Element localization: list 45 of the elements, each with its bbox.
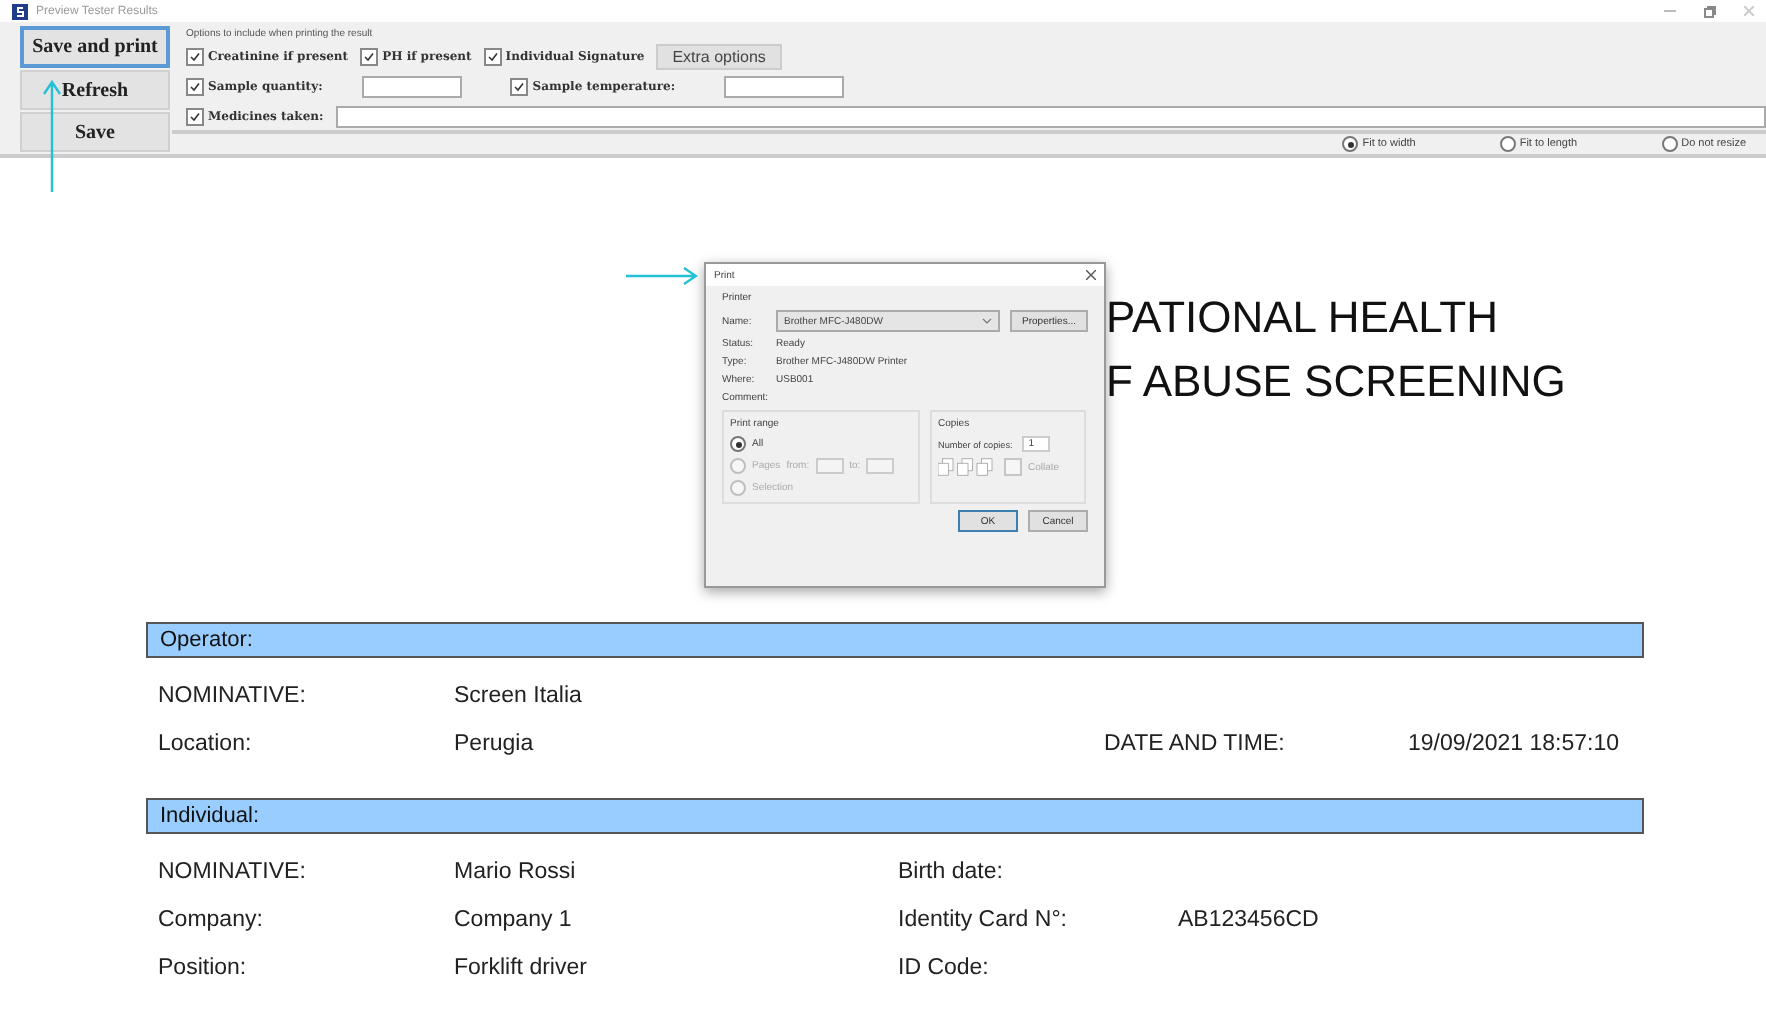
field-label: Birth date:: [898, 860, 1005, 884]
radio-button[interactable]: [730, 436, 746, 452]
input-field[interactable]: [723, 76, 844, 98]
collate-pages-icon: [938, 458, 998, 476]
section-header: Individual:: [146, 798, 1644, 834]
report-heading: F ABUSE SCREENING: [1106, 354, 1568, 410]
input-field[interactable]: [866, 458, 895, 474]
field-value: Forklift driver: [454, 956, 589, 980]
field-value: Screen Italia: [454, 684, 584, 708]
input-field[interactable]: [815, 458, 844, 474]
radio-button[interactable]: [1499, 136, 1516, 152]
field-label: Location:: [158, 732, 254, 756]
checkbox[interactable]: [186, 108, 204, 126]
field-value: 19/09/2021 18:57:10: [1408, 732, 1622, 756]
checkbox[interactable]: [483, 48, 502, 66]
restore-icon[interactable]: [1704, 5, 1716, 17]
annotation-arrow: [626, 266, 698, 286]
radio-button[interactable]: [1661, 136, 1678, 152]
input-field[interactable]: [335, 106, 1766, 128]
input-field[interactable]: [362, 76, 463, 98]
extra-options-button[interactable]: Extra options: [656, 44, 782, 70]
field-label: ID Code:: [898, 956, 991, 980]
field-value: Company 1: [454, 908, 574, 932]
toolbar-button[interactable]: Save: [20, 112, 170, 152]
annotation-arrow: [42, 80, 62, 192]
toolbar-button[interactable]: Save and print: [20, 26, 170, 68]
field-label: NOMINATIVE:: [158, 860, 308, 884]
field-label: Company:: [158, 908, 265, 932]
toolbar-button[interactable]: Refresh: [20, 70, 170, 110]
report-heading: PATIONAL HEALTH: [1106, 290, 1501, 346]
checkbox[interactable]: [360, 48, 379, 66]
field-value: AB123456CD: [1178, 908, 1321, 932]
checkbox[interactable]: [186, 78, 204, 96]
field-label: Identity Card N°:: [898, 908, 1069, 932]
checkbox[interactable]: [510, 78, 529, 96]
section-header: Operator:: [146, 622, 1644, 658]
radio-button[interactable]: [1342, 136, 1359, 152]
field-label: Position:: [158, 956, 249, 980]
chevron-down-icon: [982, 318, 993, 324]
checkbox[interactable]: [186, 48, 204, 66]
field-value: Perugia: [454, 732, 536, 756]
field-value: Mario Rossi: [454, 860, 578, 884]
field-label: NOMINATIVE:: [158, 684, 308, 708]
field-label: DATE AND TIME:: [1104, 732, 1287, 756]
close-icon[interactable]: [1086, 270, 1096, 280]
